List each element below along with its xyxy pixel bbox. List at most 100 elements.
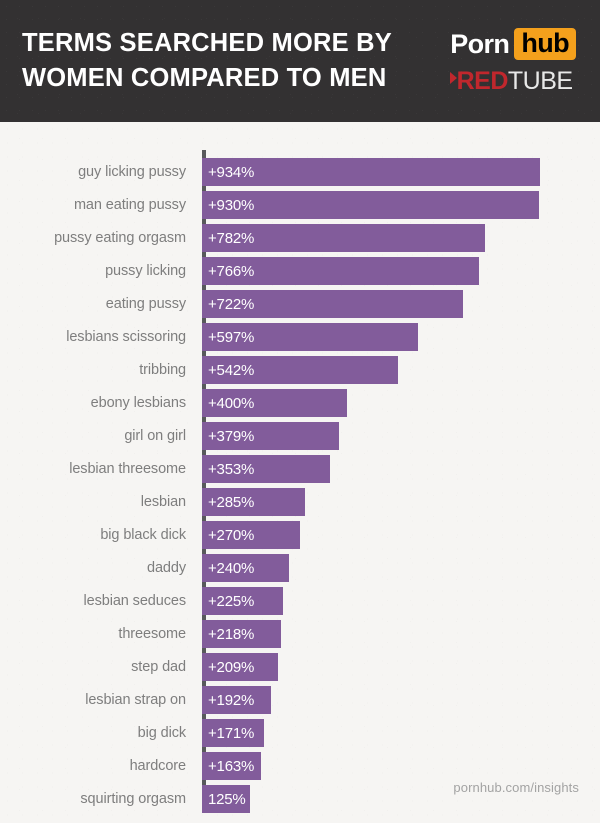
chart-header: TERMS SEARCHED MORE BY WOMEN COMPARED TO… (0, 0, 600, 122)
bar: +285% (202, 488, 306, 516)
bar-category-label: daddy (146, 560, 186, 576)
bar-row: ebony lesbians +400% (0, 387, 600, 419)
bar-value-label: +171% (208, 724, 255, 742)
bar-value-label: +225% (208, 592, 255, 610)
source-label: pornhub.com/insights (453, 780, 579, 795)
title-line-1: TERMS SEARCHED MORE BY (22, 29, 392, 58)
bar: +270% (202, 521, 300, 549)
bar-value-label: +353% (208, 460, 255, 478)
bar-value-label: +379% (208, 427, 255, 445)
bar-value-label: +192% (208, 691, 255, 709)
bar: +225% (202, 587, 284, 615)
bar-value-label: +722% (208, 295, 255, 313)
bar-category-label: girl on girl (124, 428, 186, 444)
bar: +542% (202, 356, 399, 384)
bar-track: +171% (202, 719, 600, 747)
bar-row: eating pussy +722% (0, 288, 600, 320)
bar-track: +400% (202, 389, 600, 417)
bar-row: tribbing +542% (0, 354, 600, 386)
bar: 125% (202, 785, 250, 813)
bar: +934% (202, 158, 540, 186)
redtube-logo-tube: TUBE (507, 67, 573, 95)
bar-value-label: +597% (208, 328, 255, 346)
bar-track: +542% (202, 356, 600, 384)
bar: +240% (202, 554, 289, 582)
bar-track: +225% (202, 587, 600, 615)
pornhub-logo: Porn hub (450, 28, 576, 60)
title-line-2: WOMEN COMPARED TO MEN (22, 64, 387, 92)
bar-track: +379% (202, 422, 600, 450)
redtube-logo: RED TUBE (449, 67, 573, 95)
bar-category-label: man eating pussy (73, 197, 186, 213)
bar-track: +353% (202, 455, 600, 483)
bar-value-label: +209% (208, 658, 255, 676)
bar-category-label: lesbian strap on (85, 692, 186, 708)
bar-category-label: squirting orgasm (80, 791, 186, 807)
bar-row: pussy licking +766% (0, 255, 600, 287)
bar: +192% (202, 686, 272, 714)
bar-row: lesbian +285% (0, 486, 600, 518)
bar-category-label: big dick (137, 725, 186, 741)
bar-row: lesbian strap on +192% (0, 684, 600, 716)
pornhub-logo-porn: Porn (450, 28, 510, 59)
brand-logos: Porn hub RED TUBE (449, 28, 582, 95)
bar-row: lesbian seduces +225% (0, 585, 600, 617)
bar-row: daddy +240% (0, 552, 600, 584)
bar-category-label: lesbian seduces (83, 593, 187, 609)
bar-row: guy licking pussy +934% (0, 156, 600, 188)
bar-track: +218% (202, 620, 600, 648)
bar-value-label: +400% (208, 394, 255, 412)
bar-category-label: step dad (131, 659, 186, 675)
bar-track: +270% (202, 521, 600, 549)
bar-track: +597% (202, 323, 600, 351)
bar-category-label: big black dick (100, 527, 186, 543)
bar-track: +285% (202, 488, 600, 516)
bar-row: hardcore +163% (0, 750, 600, 782)
bar-category-label: hardcore (129, 758, 187, 774)
bar-track: +782% (202, 224, 600, 252)
bar: +353% (202, 455, 330, 483)
bar: +766% (202, 257, 480, 285)
bar-row: lesbians scissoring +597% (0, 321, 600, 353)
bar-value-label: +542% (208, 361, 255, 379)
bar: +379% (202, 422, 340, 450)
bar: +163% (202, 752, 261, 780)
bar-row: big black dick +270% (0, 519, 600, 551)
bar-row: big dick +171% (0, 717, 600, 749)
bar-track: +766% (202, 257, 600, 285)
bar-row: lesbian threesome +353% (0, 453, 600, 485)
bar-value-label: +934% (208, 163, 255, 181)
pornhub-logo-hub: hub (514, 28, 576, 60)
bar-track: +240% (202, 554, 600, 582)
bar-category-label: ebony lesbians (90, 395, 186, 411)
bar: +782% (202, 224, 485, 252)
bar: +218% (202, 620, 281, 648)
bar-value-label: +766% (208, 262, 255, 280)
bar-category-label: pussy licking (105, 263, 186, 279)
bar-category-label: pussy eating orgasm (54, 230, 186, 246)
bar-row: pussy eating orgasm +782% (0, 222, 600, 254)
bar-value-label: +930% (208, 196, 255, 214)
bar-category-label: eating pussy (105, 296, 186, 312)
bar-row: threesome +218% (0, 618, 600, 650)
bar: +722% (202, 290, 464, 318)
bar-track: +934% (202, 158, 600, 186)
bar-track: +930% (202, 191, 600, 219)
bar-row: girl on girl +379% (0, 420, 600, 452)
bar-value-label: 125% (208, 790, 246, 808)
bar: +400% (202, 389, 347, 417)
bar-chart: guy licking pussy +934% man eating pussy +9… (0, 122, 600, 823)
bar-track: +209% (202, 653, 600, 681)
bar-rows: guy licking pussy +934% man eating pussy +9… (0, 156, 600, 815)
bar-row: step dad +209% (0, 651, 600, 683)
page-title: TERMS SEARCHED MORE BY WOMEN COMPARED TO… (22, 26, 392, 95)
bar-value-label: +782% (208, 229, 255, 247)
bar-value-label: +285% (208, 493, 255, 511)
bar-track: +163% (202, 752, 600, 780)
bar-track: +722% (202, 290, 600, 318)
bar: +209% (202, 653, 278, 681)
bar-category-label: threesome (118, 626, 186, 642)
bar-category-label: lesbians scissoring (66, 329, 186, 345)
bar-category-label: guy licking pussy (78, 164, 186, 180)
bar: +171% (202, 719, 264, 747)
